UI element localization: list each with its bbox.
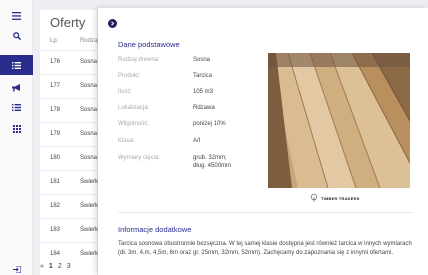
offers-list-icon[interactable] <box>0 55 33 75</box>
pager-page-1[interactable]: 1 <box>49 263 53 270</box>
pager-prev[interactable]: « <box>40 263 44 270</box>
table-row[interactable]: 181 Świerk <box>40 170 98 194</box>
row-rodzaj: Sosna <box>80 59 98 65</box>
table-row[interactable]: 177 Sosna <box>40 74 98 98</box>
sidebar <box>0 0 33 275</box>
field-label-wood-type: Rodzaj drewna: <box>118 57 160 63</box>
row-rodzaj: Świerk <box>80 179 99 185</box>
logo-text: TIMBER TRADERS <box>321 195 360 201</box>
field-value-thickness: grub. 32mm; <box>193 155 227 161</box>
timber-traders-logo: TIMBER TRADERS <box>310 194 360 202</box>
field-label-location: Lokalizacja: <box>118 105 150 111</box>
field-label-quantity: Ilość: <box>118 89 133 95</box>
field-label-class: Klasa: <box>118 138 135 144</box>
row-rodzaj: Świerk <box>80 227 99 233</box>
field-label-dimensions: Wymiary cięcia: <box>118 155 160 161</box>
field-label-humidity: Wilgotność: <box>118 121 150 127</box>
field-value-location: Rdzawa <box>193 105 215 111</box>
table-row[interactable]: 183 Świerk <box>40 218 98 242</box>
row-rodzaj: Świerk <box>80 251 99 257</box>
search-icon[interactable] <box>0 26 33 46</box>
row-lp: 181 <box>50 179 61 185</box>
offer-description: Tarcica sosnowa obustronnie bezsęczna. W… <box>118 241 412 256</box>
field-value-humidity: poniżej 10% <box>193 121 226 127</box>
pagination: « 1 2 3 <box>40 263 76 270</box>
row-rodzaj: Sosna <box>80 83 98 89</box>
list-icon[interactable] <box>0 97 33 117</box>
row-lp: 178 <box>50 107 61 113</box>
close-modal-button[interactable] <box>108 19 117 28</box>
chevron-right-icon <box>111 21 115 26</box>
table-row[interactable]: 179 Sosna <box>40 122 98 146</box>
row-rodzaj: Świerk <box>80 203 99 209</box>
page-title: Oferty <box>50 15 86 30</box>
row-lp: 184 <box>50 251 61 257</box>
row-lp: 183 <box>50 227 61 233</box>
row-rodzaj: Sosna <box>80 131 98 137</box>
section-title-basic: Dane podstawowe <box>118 40 180 49</box>
field-value-product: Tarcica <box>193 73 213 79</box>
row-rodzaj: Sosna <box>80 155 98 161</box>
row-lp: 180 <box>50 155 61 161</box>
row-lp: 179 <box>50 131 61 137</box>
row-lp: 182 <box>50 203 61 209</box>
field-value-length: dług. 4500mm <box>193 163 232 169</box>
field-value-class: A/I <box>193 138 201 144</box>
column-header-rodzaj[interactable]: Rodzaj <box>80 38 99 44</box>
table-row[interactable]: 176 Sosna <box>40 50 98 74</box>
table-row[interactable]: 178 Sosna <box>40 98 98 122</box>
grid-icon[interactable] <box>0 119 33 139</box>
field-label-product: Produkt: <box>118 73 141 79</box>
table-row[interactable]: 180 Sosna <box>40 146 98 170</box>
divider <box>118 212 414 213</box>
column-header-lp[interactable]: Lp. <box>50 38 58 44</box>
pager-page-3[interactable]: 3 <box>67 263 71 270</box>
row-lp: 177 <box>50 83 61 89</box>
logout-icon[interactable] <box>0 259 33 275</box>
tree-icon <box>310 194 318 202</box>
megaphone-icon[interactable] <box>0 78 33 98</box>
row-lp: 176 <box>50 59 61 65</box>
section-title-extra: Informacje dodatkowe <box>118 225 192 234</box>
pager-page-2[interactable]: 2 <box>58 263 62 270</box>
field-value-quantity: 105 m3 <box>193 89 214 95</box>
table-row[interactable]: 182 Świerk <box>40 194 98 218</box>
row-rodzaj: Sosna <box>80 107 98 113</box>
lumber-photo <box>268 53 410 188</box>
menu-icon[interactable] <box>0 6 33 26</box>
field-value-wood-type: Sosna <box>193 57 211 63</box>
